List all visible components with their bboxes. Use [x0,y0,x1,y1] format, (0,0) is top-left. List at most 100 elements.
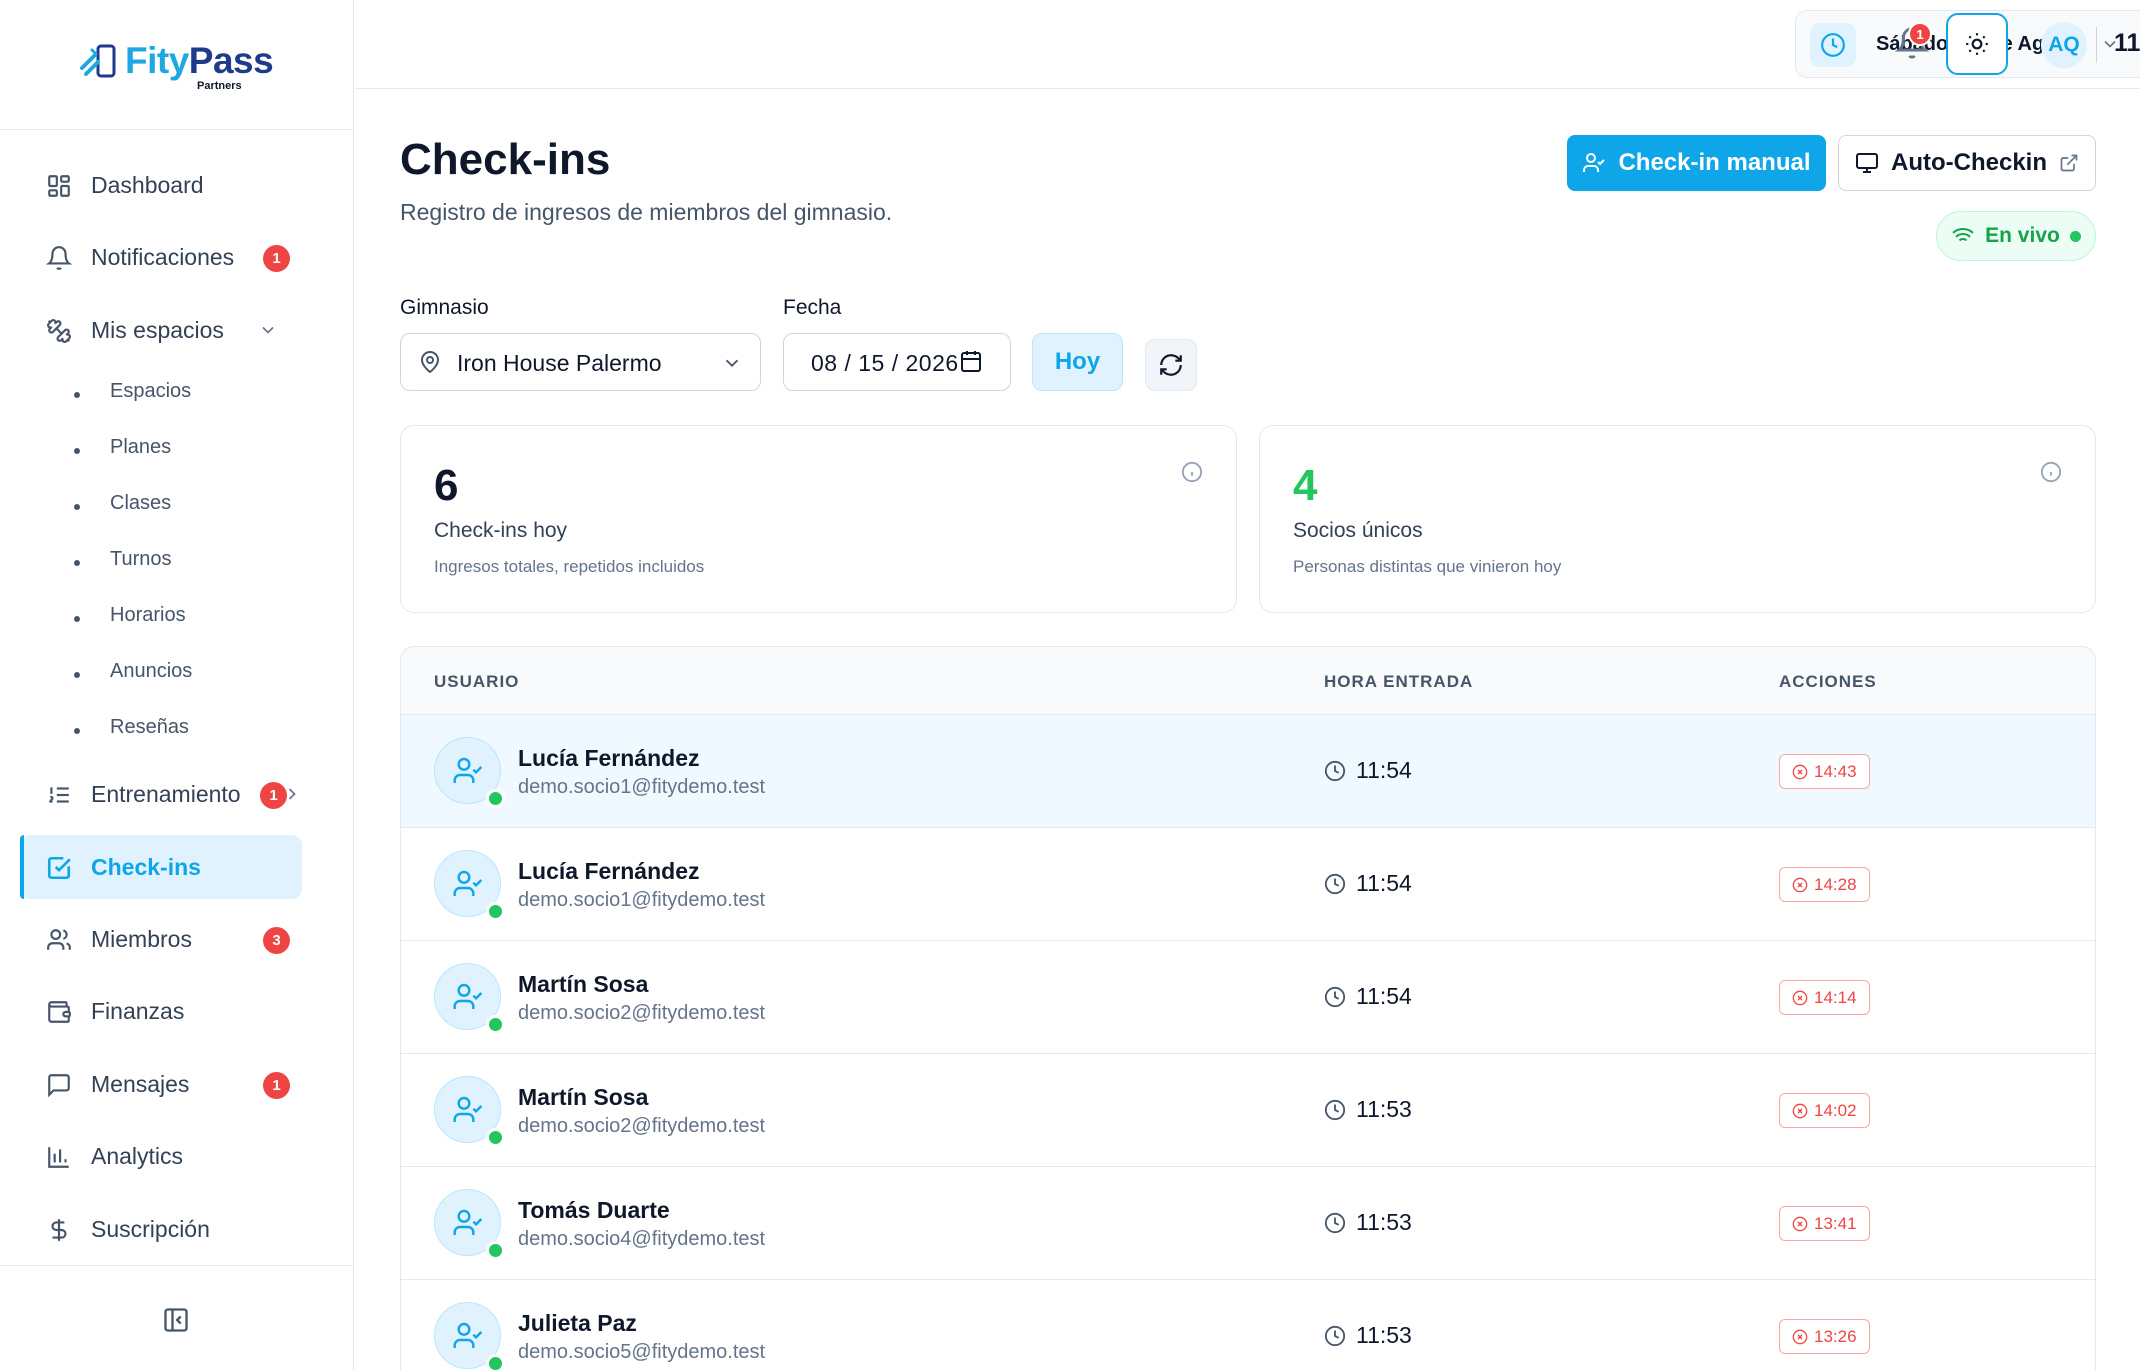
table-row[interactable]: Martín Sosa demo.socio2@fitydemo.test 11… [401,1054,2095,1167]
sidebar-subitem-label: Horarios [110,604,186,626]
sidebar-item-check-ins[interactable]: Check-ins [20,835,302,899]
sidebar-subitem-label: Clases [110,492,172,514]
stat-title: Check-ins hoy [434,519,568,542]
sidebar-item-label: Mis espacios [91,317,224,343]
button-label: Auto-Checkin [1891,149,2047,176]
check-in-manual-button[interactable]: Check-in manual [1567,135,1826,191]
refresh-button[interactable] [1145,339,1197,391]
chevron-down-icon [725,359,739,368]
table-row[interactable]: Tomás Duarte demo.socio4@fitydemo.test 1… [401,1167,2095,1280]
refresh-icon [1160,354,1182,376]
cancel-checkin-button[interactable]: 14:02 [1779,1093,1870,1128]
sidebar-subitem-label: Reseñas [110,716,189,738]
x-circle-icon [1792,877,1808,892]
user-email: demo.socio1@fitydemo.test [518,889,766,911]
stat-card-checkins: 6 Check-ins hoy Ingresos totales, repeti… [400,425,1237,613]
cancel-checkin-button[interactable]: 13:26 [1779,1319,1870,1354]
miembros-badge: 3 [263,927,290,954]
sidebar-item-entrenamiento[interactable]: Entrenamiento 1 [20,762,302,826]
bullet-dot [74,672,80,678]
bullet-dot [74,448,80,454]
sidebar-subitem-label: Turnos [110,548,172,570]
page-subtitle: Registro de ingresos de miembros del gim… [400,199,893,225]
x-circle-icon [1792,1103,1808,1118]
sidebar-item-analytics[interactable]: Analytics [20,1124,302,1188]
stat-description: Ingresos totales, repetidos incluidos [434,557,705,576]
sidebar-item-suscripcion[interactable]: Suscripción [20,1197,302,1261]
brand-subtitle: Partners [197,80,242,92]
button-label: Check-in manual [1618,149,1811,176]
cancel-checkin-button[interactable]: 14:43 [1779,754,1870,789]
sidebar-item-dashboard[interactable]: Dashboard [20,153,302,217]
table-row[interactable]: Lucía Fernández demo.socio1@fitydemo.tes… [401,715,2095,828]
online-status-dot [486,1128,505,1147]
chevron-down-icon[interactable] [2100,34,2120,54]
action-time: 14:14 [1814,987,1857,1007]
dumbbell-icon [47,319,71,343]
entry-time-value: 11:54 [1356,757,1412,783]
x-circle-icon [1792,990,1808,1005]
cancel-checkin-button[interactable]: 13:41 [1779,1206,1870,1241]
column-header-user: USUARIO [434,672,520,691]
mensajes-badge: 1 [263,1072,290,1099]
theme-toggle-button[interactable] [1946,13,2008,75]
info-icon[interactable] [2040,461,2062,483]
entry-time: 11:54 [1324,757,1412,784]
calendar-icon[interactable] [959,349,983,373]
sidebar-item-label: Mensajes [91,1071,190,1097]
cancel-checkin-button[interactable]: 14:28 [1779,867,1870,902]
bullet-dot [74,560,80,566]
online-status-dot [486,1241,505,1260]
user-email: demo.socio2@fitydemo.test [518,1115,766,1137]
sidebar-item-label: Suscripción [91,1216,210,1242]
cancel-checkin-button[interactable]: 14:14 [1779,980,1870,1015]
sidebar: FityPass Partners Dashboard Notificacion… [0,0,354,1370]
sidebar-item-mensajes[interactable]: Mensajes 1 [20,1052,302,1116]
chart-icon [48,1147,69,1168]
sidebar-subitem-label: Planes [110,436,172,458]
collapse-sidebar-icon[interactable] [162,1306,190,1334]
sidebar-item-label: Dashboard [91,172,204,198]
page-title: Check-ins [400,135,611,184]
topbar: Sábado, 15 De Agosto 11:54 hs 1 AQ [355,0,2140,89]
column-header-actions: ACCIONES [1779,672,1877,691]
gym-select-value: Iron House Palermo [457,350,662,376]
sidebar-item-label: Check-ins [91,854,201,880]
sidebar-item-finanzas[interactable]: Finanzas [20,979,302,1043]
auto-checkin-button[interactable]: Auto-Checkin [1838,135,2096,191]
sidebar-item-mis-espacios[interactable]: Mis espacios [20,298,302,362]
table-row[interactable]: Martín Sosa demo.socio2@fitydemo.test 11… [401,941,2095,1054]
clock-icon [1324,1325,1346,1346]
monitor-icon [1856,153,1878,173]
fitypass-logo-icon [80,44,116,78]
table-row[interactable]: Julieta Paz demo.socio5@fitydemo.test 11… [401,1280,2095,1370]
user-email: demo.socio5@fitydemo.test [518,1341,766,1363]
gym-select[interactable]: Iron House Palermo [400,333,761,391]
sidebar-item-label: Analytics [91,1143,184,1169]
list-icon [49,787,69,803]
user-email: demo.socio2@fitydemo.test [518,1002,766,1024]
wifi-icon [1952,228,1974,245]
date-input[interactable]: 08 / 15 / 2026 [783,333,1011,391]
sidebar-item-label: Finanzas [91,998,185,1024]
bell-icon [46,246,72,270]
wallet-icon [48,1001,71,1023]
dashboard-icon [48,175,70,197]
user-name: Martín Sosa [518,971,649,997]
column-header-time: HORA ENTRADA [1324,672,1474,691]
sidebar-item-label: Notificaciones [91,244,235,270]
table-row[interactable]: Lucía Fernández demo.socio1@fitydemo.tes… [401,828,2095,941]
divider [2096,27,2097,63]
today-button[interactable]: Hoy [1032,333,1123,391]
action-time: 14:28 [1814,874,1857,894]
sidebar-item-miembros[interactable]: Miembros 3 [20,907,302,971]
entry-time-value: 11:53 [1356,1209,1412,1235]
bullet-dot [74,616,80,622]
action-time: 13:41 [1814,1213,1857,1233]
user-avatar[interactable]: AQ [2041,22,2087,68]
live-dot [2069,230,2081,242]
info-icon[interactable] [1181,461,1203,483]
clock-icon [1324,873,1346,894]
stat-title: Socios únicos [1293,519,1423,542]
sidebar-item-notificaciones[interactable]: Notificaciones 1 [20,225,302,289]
